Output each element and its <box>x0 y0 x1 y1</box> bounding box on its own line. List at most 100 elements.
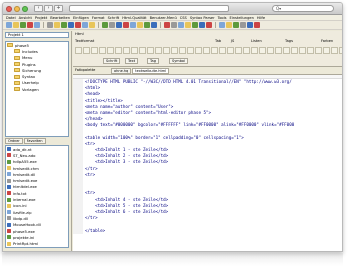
toolbar-icon[interactable] <box>192 22 198 28</box>
format-icon[interactable] <box>219 47 226 54</box>
code-editor[interactable]: <!DOCTYPE HTML PUBLIC "-//W3C//DTD HTML … <box>73 74 342 251</box>
menu-item[interactable]: Hilfe <box>257 16 265 20</box>
format-icon[interactable] <box>275 47 282 54</box>
format-icon[interactable] <box>131 47 138 54</box>
menu-item[interactable]: Schrift <box>108 16 120 20</box>
format-icon[interactable] <box>243 47 250 54</box>
panel-tab[interactable]: Symbol <box>169 58 189 64</box>
toolbar-icon[interactable] <box>75 22 81 28</box>
toolbar-icon[interactable] <box>199 22 205 28</box>
menu-item[interactable]: Einfügen <box>73 16 89 20</box>
menu-item[interactable]: Einstellungen <box>229 16 253 20</box>
toolbar-icon[interactable] <box>226 22 232 28</box>
file-item[interactable]: unispell.bmp <box>6 247 68 248</box>
format-icon[interactable] <box>147 47 154 54</box>
menu-item[interactable]: CSS <box>180 16 187 20</box>
format-icon[interactable] <box>155 47 162 54</box>
toolbar-icon[interactable] <box>123 22 129 28</box>
format-icon[interactable] <box>235 47 242 54</box>
toolbar-icon[interactable] <box>54 22 60 28</box>
format-icon[interactable] <box>115 47 122 54</box>
format-icon[interactable] <box>187 47 194 54</box>
menu-item[interactable]: Bearbeiten <box>50 16 70 20</box>
toolbar-icon[interactable] <box>130 22 136 28</box>
format-icon[interactable] <box>195 47 202 54</box>
zoom-icon[interactable] <box>22 5 28 12</box>
search-field[interactable]: Q▾ <box>272 5 334 12</box>
close-icon[interactable] <box>6 5 12 12</box>
format-icon[interactable] <box>283 47 290 54</box>
format-icon[interactable] <box>331 47 338 54</box>
toolbar-icon[interactable] <box>27 22 33 28</box>
format-icon[interactable] <box>123 47 130 54</box>
menu-item[interactable]: Tools <box>218 16 227 20</box>
address-bar[interactable] <box>69 5 229 12</box>
toolbar-icon[interactable] <box>206 22 212 28</box>
format-icon[interactable] <box>227 47 234 54</box>
toolbar-icon[interactable] <box>233 22 239 28</box>
format-icon[interactable] <box>211 47 218 54</box>
toolbar-icon[interactable] <box>240 22 246 28</box>
panel-tab[interactable]: Tag <box>147 58 159 64</box>
toolbar-icon[interactable] <box>144 22 150 28</box>
format-icon[interactable] <box>75 47 82 54</box>
toolbar-icon[interactable] <box>137 22 143 28</box>
file-name: info.txt <box>13 190 27 196</box>
menu-item[interactable]: Benutzer-Menü <box>150 16 177 20</box>
format-icon[interactable] <box>163 47 170 54</box>
menu-item[interactable]: Datei <box>6 16 16 20</box>
toolbar-icon[interactable] <box>68 22 74 28</box>
forward-icon[interactable]: › <box>44 5 53 12</box>
format-icon[interactable] <box>291 47 298 54</box>
project-select[interactable]: Projekt 1 <box>5 32 69 38</box>
left-tab[interactable]: Ordner <box>5 138 23 144</box>
toolbar-icon[interactable] <box>254 22 260 28</box>
toolbar-icon[interactable] <box>82 22 88 28</box>
format-icon[interactable] <box>307 47 314 54</box>
format-icon[interactable] <box>299 47 306 54</box>
toolbar-icon[interactable] <box>219 22 225 28</box>
left-tab[interactable]: Favoriten <box>23 138 46 144</box>
toolbar-icon[interactable] <box>34 22 40 28</box>
menu-item[interactable]: Ansicht <box>19 16 32 20</box>
format-icon[interactable] <box>203 47 210 54</box>
format-icon[interactable] <box>91 47 98 54</box>
toolbar-icon[interactable] <box>6 22 12 28</box>
format-icon[interactable] <box>83 47 90 54</box>
menu-item[interactable]: Html-Qualität <box>122 16 146 20</box>
toolbar-icon[interactable] <box>109 22 115 28</box>
toolbar-icon[interactable] <box>116 22 122 28</box>
panel-tab[interactable]: Schrift <box>103 58 121 64</box>
menu-item[interactable]: Projekt <box>35 16 47 20</box>
panel-tab[interactable]: Text <box>125 58 139 64</box>
format-icon[interactable] <box>107 47 114 54</box>
format-icon[interactable] <box>315 47 322 54</box>
format-icon[interactable] <box>259 47 266 54</box>
add-tab-icon[interactable]: + <box>54 5 63 12</box>
format-icon[interactable] <box>179 47 186 54</box>
format-icon[interactable] <box>171 47 178 54</box>
format-icon[interactable] <box>339 47 342 54</box>
toolbar-icon[interactable] <box>178 22 184 28</box>
format-icon[interactable] <box>139 47 146 54</box>
toolbar-icon[interactable] <box>47 22 53 28</box>
toolbar-icon[interactable] <box>247 22 253 28</box>
toolbar-icon[interactable] <box>171 22 177 28</box>
toolbar-icon[interactable] <box>20 22 26 28</box>
toolbar-icon[interactable] <box>164 22 170 28</box>
format-icon[interactable] <box>99 47 106 54</box>
toolbar-icon[interactable] <box>89 22 95 28</box>
toolbar-icon[interactable] <box>151 22 157 28</box>
menu-item[interactable]: Format <box>92 16 105 20</box>
menu-item[interactable]: Syntax Parser <box>190 16 215 20</box>
toolbar-icon[interactable] <box>13 22 19 28</box>
toolbar-icon[interactable] <box>185 22 191 28</box>
toolbar-icon[interactable] <box>102 22 108 28</box>
format-icon[interactable] <box>323 47 330 54</box>
format-icon[interactable] <box>251 47 258 54</box>
minimize-icon[interactable] <box>14 5 20 12</box>
toolbar-icon[interactable] <box>61 22 67 28</box>
back-icon[interactable]: ‹ <box>34 5 43 12</box>
format-icon[interactable] <box>267 47 274 54</box>
tree-item[interactable]: Vorlagen <box>6 86 68 92</box>
